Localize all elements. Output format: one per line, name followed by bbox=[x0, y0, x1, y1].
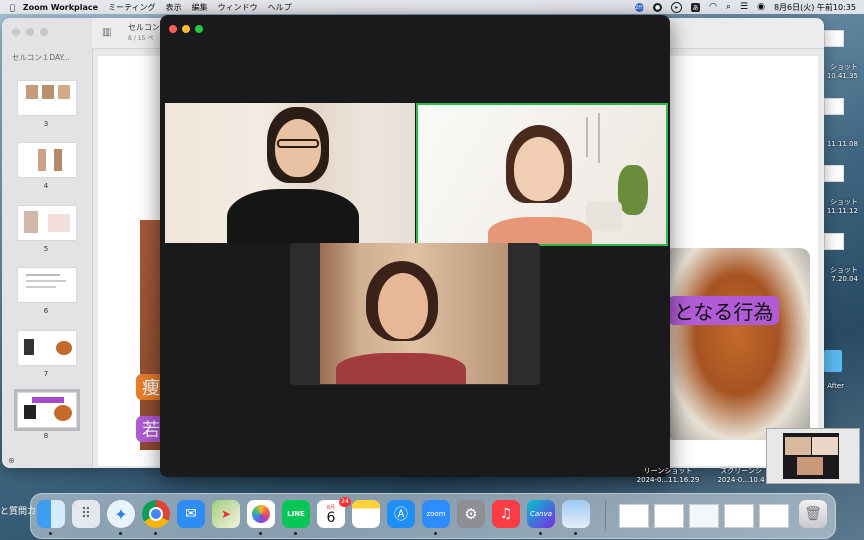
participant-face bbox=[514, 137, 564, 201]
calendar-day: 6 bbox=[326, 509, 336, 526]
dock-divider bbox=[605, 500, 606, 530]
preview-icon[interactable] bbox=[562, 500, 590, 528]
page-number: 6 bbox=[43, 307, 49, 315]
desktop-file-thumb[interactable] bbox=[824, 233, 844, 250]
zoom-meeting-window[interactable] bbox=[160, 15, 670, 477]
mail-icon[interactable]: ✉ bbox=[177, 500, 205, 528]
notes-icon[interactable] bbox=[352, 500, 380, 528]
document-page-count: 8 / 15 ペ bbox=[128, 35, 154, 42]
participant-face bbox=[275, 119, 321, 177]
menu-window[interactable]: ウィンドウ bbox=[218, 2, 258, 13]
participant-body bbox=[227, 189, 359, 243]
trash-icon[interactable]: 🗑 bbox=[799, 500, 827, 528]
zoom-status-icon[interactable]: zm bbox=[635, 2, 645, 12]
katsudon-image bbox=[664, 248, 810, 440]
participant-body bbox=[488, 217, 592, 244]
zoom-mini-window[interactable] bbox=[766, 428, 860, 484]
participant-body bbox=[336, 353, 466, 384]
glasses-icon bbox=[277, 139, 319, 148]
control-center-icon[interactable]: ☰ bbox=[740, 2, 748, 12]
safari-icon[interactable]: ✦ bbox=[107, 500, 135, 528]
menu-datetime[interactable]: 8月6日(火) 午前10:35 bbox=[774, 2, 856, 13]
minimize-icon[interactable] bbox=[182, 25, 190, 33]
minimize-icon[interactable] bbox=[26, 28, 34, 36]
plant-decoration bbox=[618, 165, 648, 215]
zoom-window-icon[interactable] bbox=[40, 28, 48, 36]
recent-document-thumb[interactable] bbox=[689, 504, 719, 528]
page-thumbnail-selected[interactable] bbox=[14, 389, 80, 431]
recent-document-thumb[interactable] bbox=[654, 504, 684, 528]
close-icon[interactable] bbox=[169, 25, 177, 33]
finder-icon[interactable] bbox=[37, 500, 65, 528]
page-thumbnail[interactable] bbox=[17, 267, 77, 303]
apple-icon[interactable]:  bbox=[10, 3, 15, 12]
search-icon[interactable]: ⌕ bbox=[726, 2, 731, 12]
running-indicator bbox=[154, 532, 157, 535]
page-number: 3 bbox=[43, 120, 49, 128]
running-indicator bbox=[574, 532, 577, 535]
zoom-app-icon[interactable]: zoom bbox=[422, 500, 450, 528]
menu-edit[interactable]: 編集 bbox=[192, 2, 208, 13]
participant-face bbox=[378, 273, 428, 339]
play-icon[interactable]: ▸ bbox=[671, 1, 683, 13]
line-icon[interactable]: LINE bbox=[282, 500, 310, 528]
recent-document-thumb[interactable] bbox=[619, 504, 649, 528]
maps-icon[interactable]: ➤ bbox=[212, 500, 240, 528]
page-thumbnail[interactable] bbox=[17, 142, 77, 178]
video-tile-participant-3[interactable] bbox=[320, 243, 508, 384]
page-thumbnail[interactable] bbox=[17, 330, 77, 366]
add-icon[interactable]: ⊕ bbox=[8, 456, 15, 465]
launchpad-icon[interactable]: ⠿ bbox=[72, 500, 100, 528]
dock: ⠿ ✦ ✉ ➤ LINE 8月 6 24 Ⓐ zoom ⚙ ♫ Canva 🗑 bbox=[30, 493, 836, 539]
desktop-file-label: 2024-0...10.4 bbox=[717, 476, 765, 484]
page-number: 8 bbox=[43, 432, 49, 440]
video-tile-participant-2-active[interactable] bbox=[416, 103, 668, 246]
photos-icon[interactable] bbox=[247, 500, 275, 528]
video-tile-participant-1[interactable] bbox=[165, 103, 415, 243]
desktop-file-label: 2024-0...11.16.29 bbox=[636, 476, 700, 484]
folder-icon[interactable] bbox=[824, 350, 842, 372]
sidebar-toggle-icon[interactable]: ▥ bbox=[102, 27, 111, 38]
chrome-icon[interactable] bbox=[142, 500, 170, 528]
page-number: 5 bbox=[43, 245, 49, 253]
page-thumbnail[interactable] bbox=[17, 205, 77, 241]
menu-view[interactable]: 表示 bbox=[166, 2, 182, 13]
page-heading-text: となる行為 bbox=[668, 296, 780, 325]
sidebar-title: セルコン１DAY... bbox=[12, 53, 70, 62]
recent-document-thumb[interactable] bbox=[724, 504, 754, 528]
document-title: セルコン bbox=[128, 23, 160, 32]
running-indicator bbox=[119, 532, 122, 535]
ime-icon[interactable]: あ bbox=[691, 2, 701, 12]
desktop-file-thumb[interactable] bbox=[824, 165, 844, 182]
preview-sidebar: セルコン１DAY... 3 4 5 6 7 8 ⊕ bbox=[2, 18, 93, 468]
menu-app-name[interactable]: Zoom Workplace bbox=[23, 3, 98, 12]
music-icon[interactable]: ♫ bbox=[492, 500, 520, 528]
calendar-badge: 24 bbox=[339, 497, 351, 507]
menu-bar-status: zm ● ▸ あ ◠ ⌕ ☰ ◉ 8月6日(火) 午前10:35 bbox=[635, 0, 856, 14]
desktop-file-thumb[interactable] bbox=[824, 30, 844, 47]
chair-decoration bbox=[586, 201, 622, 231]
page-thumbnail[interactable] bbox=[17, 80, 77, 116]
page-number: 7 bbox=[43, 370, 49, 378]
desktop-file-label: スクリーンシ bbox=[720, 467, 762, 475]
wifi-icon[interactable]: ◠ bbox=[709, 2, 717, 12]
running-indicator bbox=[294, 532, 297, 535]
running-indicator bbox=[434, 532, 437, 535]
running-indicator bbox=[49, 532, 52, 535]
close-icon[interactable] bbox=[12, 28, 20, 36]
desktop-file-label: リーンショット bbox=[643, 467, 693, 475]
system-settings-icon[interactable]: ⚙ bbox=[457, 500, 485, 528]
canva-icon[interactable]: Canva bbox=[527, 500, 555, 528]
running-indicator bbox=[539, 532, 542, 535]
running-indicator bbox=[259, 532, 262, 535]
page-number: 4 bbox=[43, 182, 49, 190]
siri-icon[interactable]: ◉ bbox=[757, 2, 765, 12]
menu-help[interactable]: ヘルプ bbox=[268, 2, 292, 13]
menu-meeting[interactable]: ミーティング bbox=[108, 2, 156, 13]
recent-document-thumb[interactable] bbox=[759, 504, 789, 528]
desktop-file-thumb[interactable] bbox=[824, 98, 844, 115]
screen-record-icon[interactable]: ● bbox=[653, 2, 663, 12]
app-store-icon[interactable]: Ⓐ bbox=[387, 500, 415, 528]
fullscreen-icon[interactable] bbox=[195, 25, 203, 33]
